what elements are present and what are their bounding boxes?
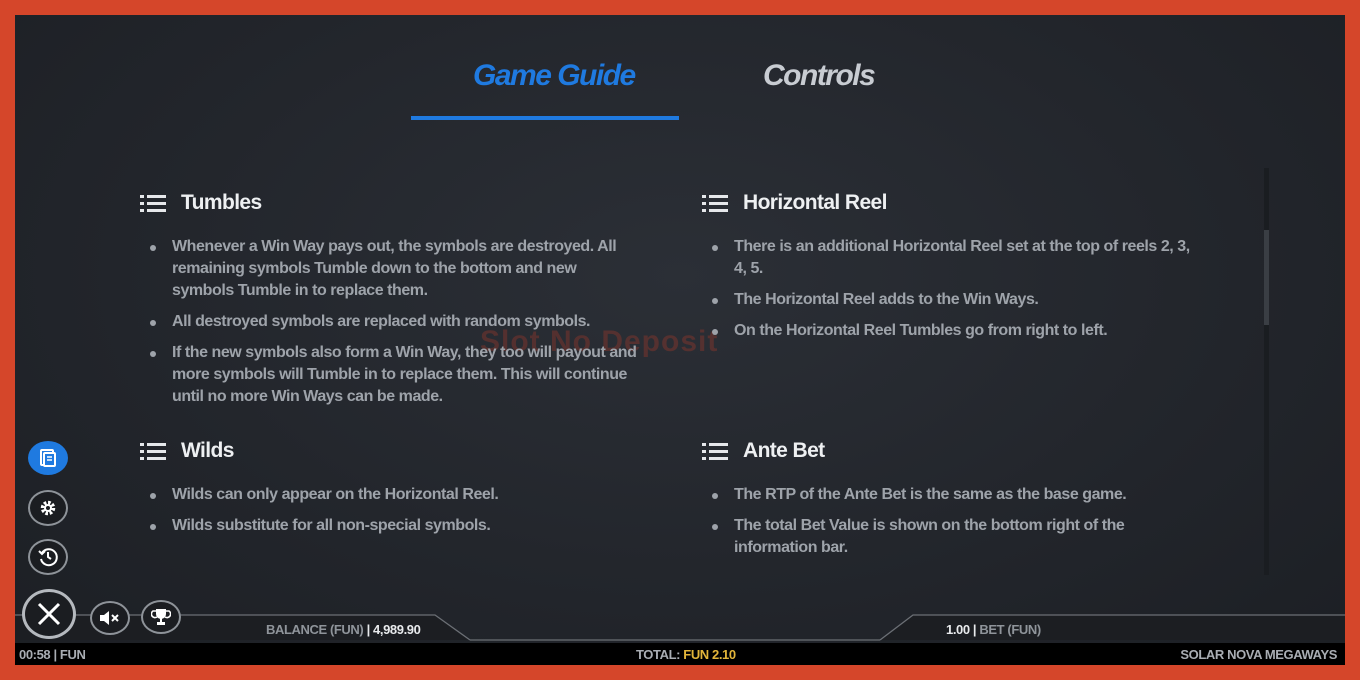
status-bar: 00:58 | FUN TOTAL: FUN 2.10 SOLAR NOVA M… [15,643,1345,665]
bet-value: 1.00 [946,622,970,637]
list-item: If the new symbols also form a Win Way, … [150,342,642,408]
list-item: All destroyed symbols are replaced with … [150,311,642,333]
history-button[interactable] [28,539,68,575]
close-icon [37,602,61,626]
tab-game-guide[interactable]: Game Guide [473,59,636,93]
close-button[interactable] [22,589,76,639]
balance-value: 4,989.90 [373,622,421,637]
leaderboard-button[interactable] [141,600,181,634]
section-title: Wilds [181,439,234,462]
settings-button[interactable] [28,490,68,526]
list-icon [140,442,166,460]
balance-display: BALANCE (FUN) | 4,989.90 [266,622,421,637]
list-item: The RTP of the Ante Bet is the same as t… [712,484,1204,506]
history-icon [38,548,58,567]
balance-label: BALANCE (FUN) [266,622,364,637]
section-horizontal-reel: Horizontal Reel There is an additional H… [702,188,1202,351]
list-item: The Horizontal Reel adds to the Win Ways… [712,289,1204,311]
section-tumbles: Tumbles Whenever a Win Way pays out, the… [140,188,640,417]
section-wilds: Wilds Wilds can only appear on the Horiz… [140,436,640,546]
settings-gear-icon [40,500,56,516]
list-item: There is an additional Horizontal Reel s… [712,236,1204,280]
total-value: FUN 2.10 [683,647,736,662]
tab-controls[interactable]: Controls [763,59,876,93]
game-screen: Game Guide Controls Slot No Deposit Tumb… [15,15,1345,665]
section-title: Ante Bet [743,439,825,462]
section-title: Tumbles [181,191,262,214]
paytable-icon [40,449,56,467]
active-tab-indicator [411,116,679,120]
total-display: TOTAL: FUN 2.10 [636,647,736,662]
sound-toggle-button[interactable] [90,601,130,635]
game-name: SOLAR NOVA MEGAWAYS [1180,647,1337,662]
scrollbar-thumb[interactable] [1264,230,1269,325]
session-time: 00:58 | FUN [19,647,86,662]
list-icon [702,442,728,460]
list-item: Whenever a Win Way pays out, the symbols… [150,236,642,302]
sound-muted-icon [100,611,119,625]
list-item: The total Bet Value is shown on the bott… [712,515,1204,559]
trophy-icon [151,609,171,625]
info-bar-frame [15,614,1345,641]
paytable-button[interactable] [28,441,68,475]
section-ante-bet: Ante Bet The RTP of the Ante Bet is the … [702,436,1202,568]
bet-label: BET (FUN) [979,622,1041,637]
list-item: Wilds can only appear on the Horizontal … [150,484,642,506]
list-icon [702,194,728,212]
list-item: On the Horizontal Reel Tumbles go from r… [712,320,1204,342]
total-label: TOTAL: [636,647,681,662]
bet-display[interactable]: 1.00 | BET (FUN) [946,622,1041,637]
list-icon [140,194,166,212]
list-item: Wilds substitute for all non-special sym… [150,515,642,537]
section-title: Horizontal Reel [743,191,887,214]
